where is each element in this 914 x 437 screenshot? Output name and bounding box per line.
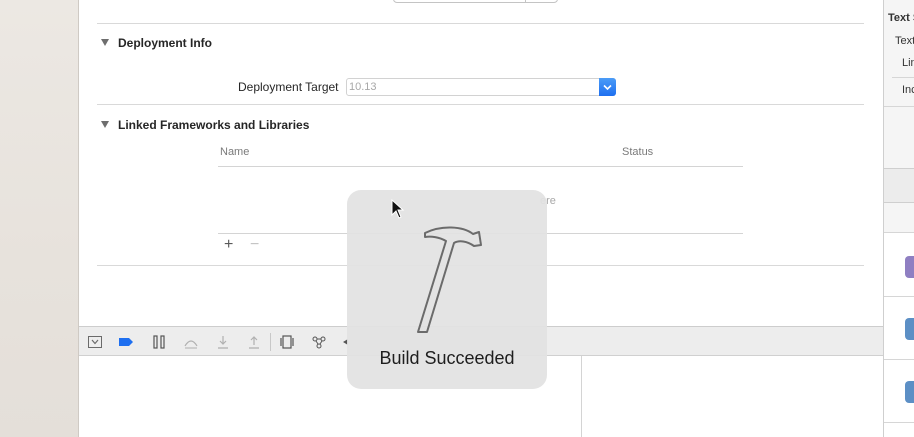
column-header-status[interactable]: Status xyxy=(622,146,653,158)
disclosure-triangle-icon[interactable] xyxy=(101,39,109,46)
deployment-info-title: Deployment Info xyxy=(118,36,213,50)
library-toolbar xyxy=(884,169,914,202)
divider xyxy=(884,296,914,297)
build-status-hud: Build Succeeded xyxy=(347,190,547,389)
memory-graph-icon[interactable] xyxy=(311,334,327,350)
hammer-icon xyxy=(417,226,482,333)
desktop-background xyxy=(0,0,79,437)
divider xyxy=(884,359,914,360)
deployment-target-select[interactable]: 10.13 xyxy=(346,78,616,96)
deployment-target-label: Deployment Target xyxy=(238,80,339,94)
build-status-message: Build Succeeded xyxy=(379,348,515,368)
add-framework-button[interactable]: + xyxy=(224,236,233,254)
top-popup-button[interactable] xyxy=(393,0,558,3)
divider xyxy=(892,77,914,78)
step-in-icon[interactable] xyxy=(215,334,231,350)
inspector-panel: Text S Text Lin Inc xyxy=(883,0,914,437)
divider xyxy=(97,23,864,24)
deployment-target-value: 10.13 xyxy=(349,81,377,93)
console-splitter[interactable] xyxy=(581,356,582,437)
inspector-lin-label: Lin xyxy=(902,57,914,69)
toolbar-separator xyxy=(270,333,271,351)
breakpoints-toggle-icon[interactable] xyxy=(118,334,134,350)
divider xyxy=(884,202,914,203)
remove-framework-button[interactable]: − xyxy=(250,236,259,254)
linked-frameworks-title: Linked Frameworks and Libraries xyxy=(118,118,310,132)
disclosure-triangle-icon[interactable] xyxy=(101,121,109,128)
step-out-icon[interactable] xyxy=(246,334,262,350)
text-settings-heading: Text S xyxy=(888,12,914,24)
library-object-icon[interactable] xyxy=(905,256,914,278)
view-debugger-icon[interactable] xyxy=(279,334,295,350)
divider xyxy=(884,106,914,107)
library-object-icon[interactable] xyxy=(905,381,914,403)
pause-icon[interactable] xyxy=(151,334,167,350)
mouse-cursor-icon xyxy=(391,199,405,219)
library-object-icon[interactable] xyxy=(905,318,914,340)
table-header-divider xyxy=(218,166,743,167)
inspector-text-label: Text xyxy=(895,35,914,47)
column-header-name[interactable]: Name xyxy=(220,146,249,158)
inspector-inc-label: Inc xyxy=(902,84,914,96)
divider xyxy=(97,104,864,105)
step-over-icon[interactable] xyxy=(183,334,199,350)
hide-debug-area-icon[interactable] xyxy=(87,334,103,350)
divider xyxy=(884,422,914,423)
chevron-down-icon[interactable] xyxy=(599,78,616,96)
